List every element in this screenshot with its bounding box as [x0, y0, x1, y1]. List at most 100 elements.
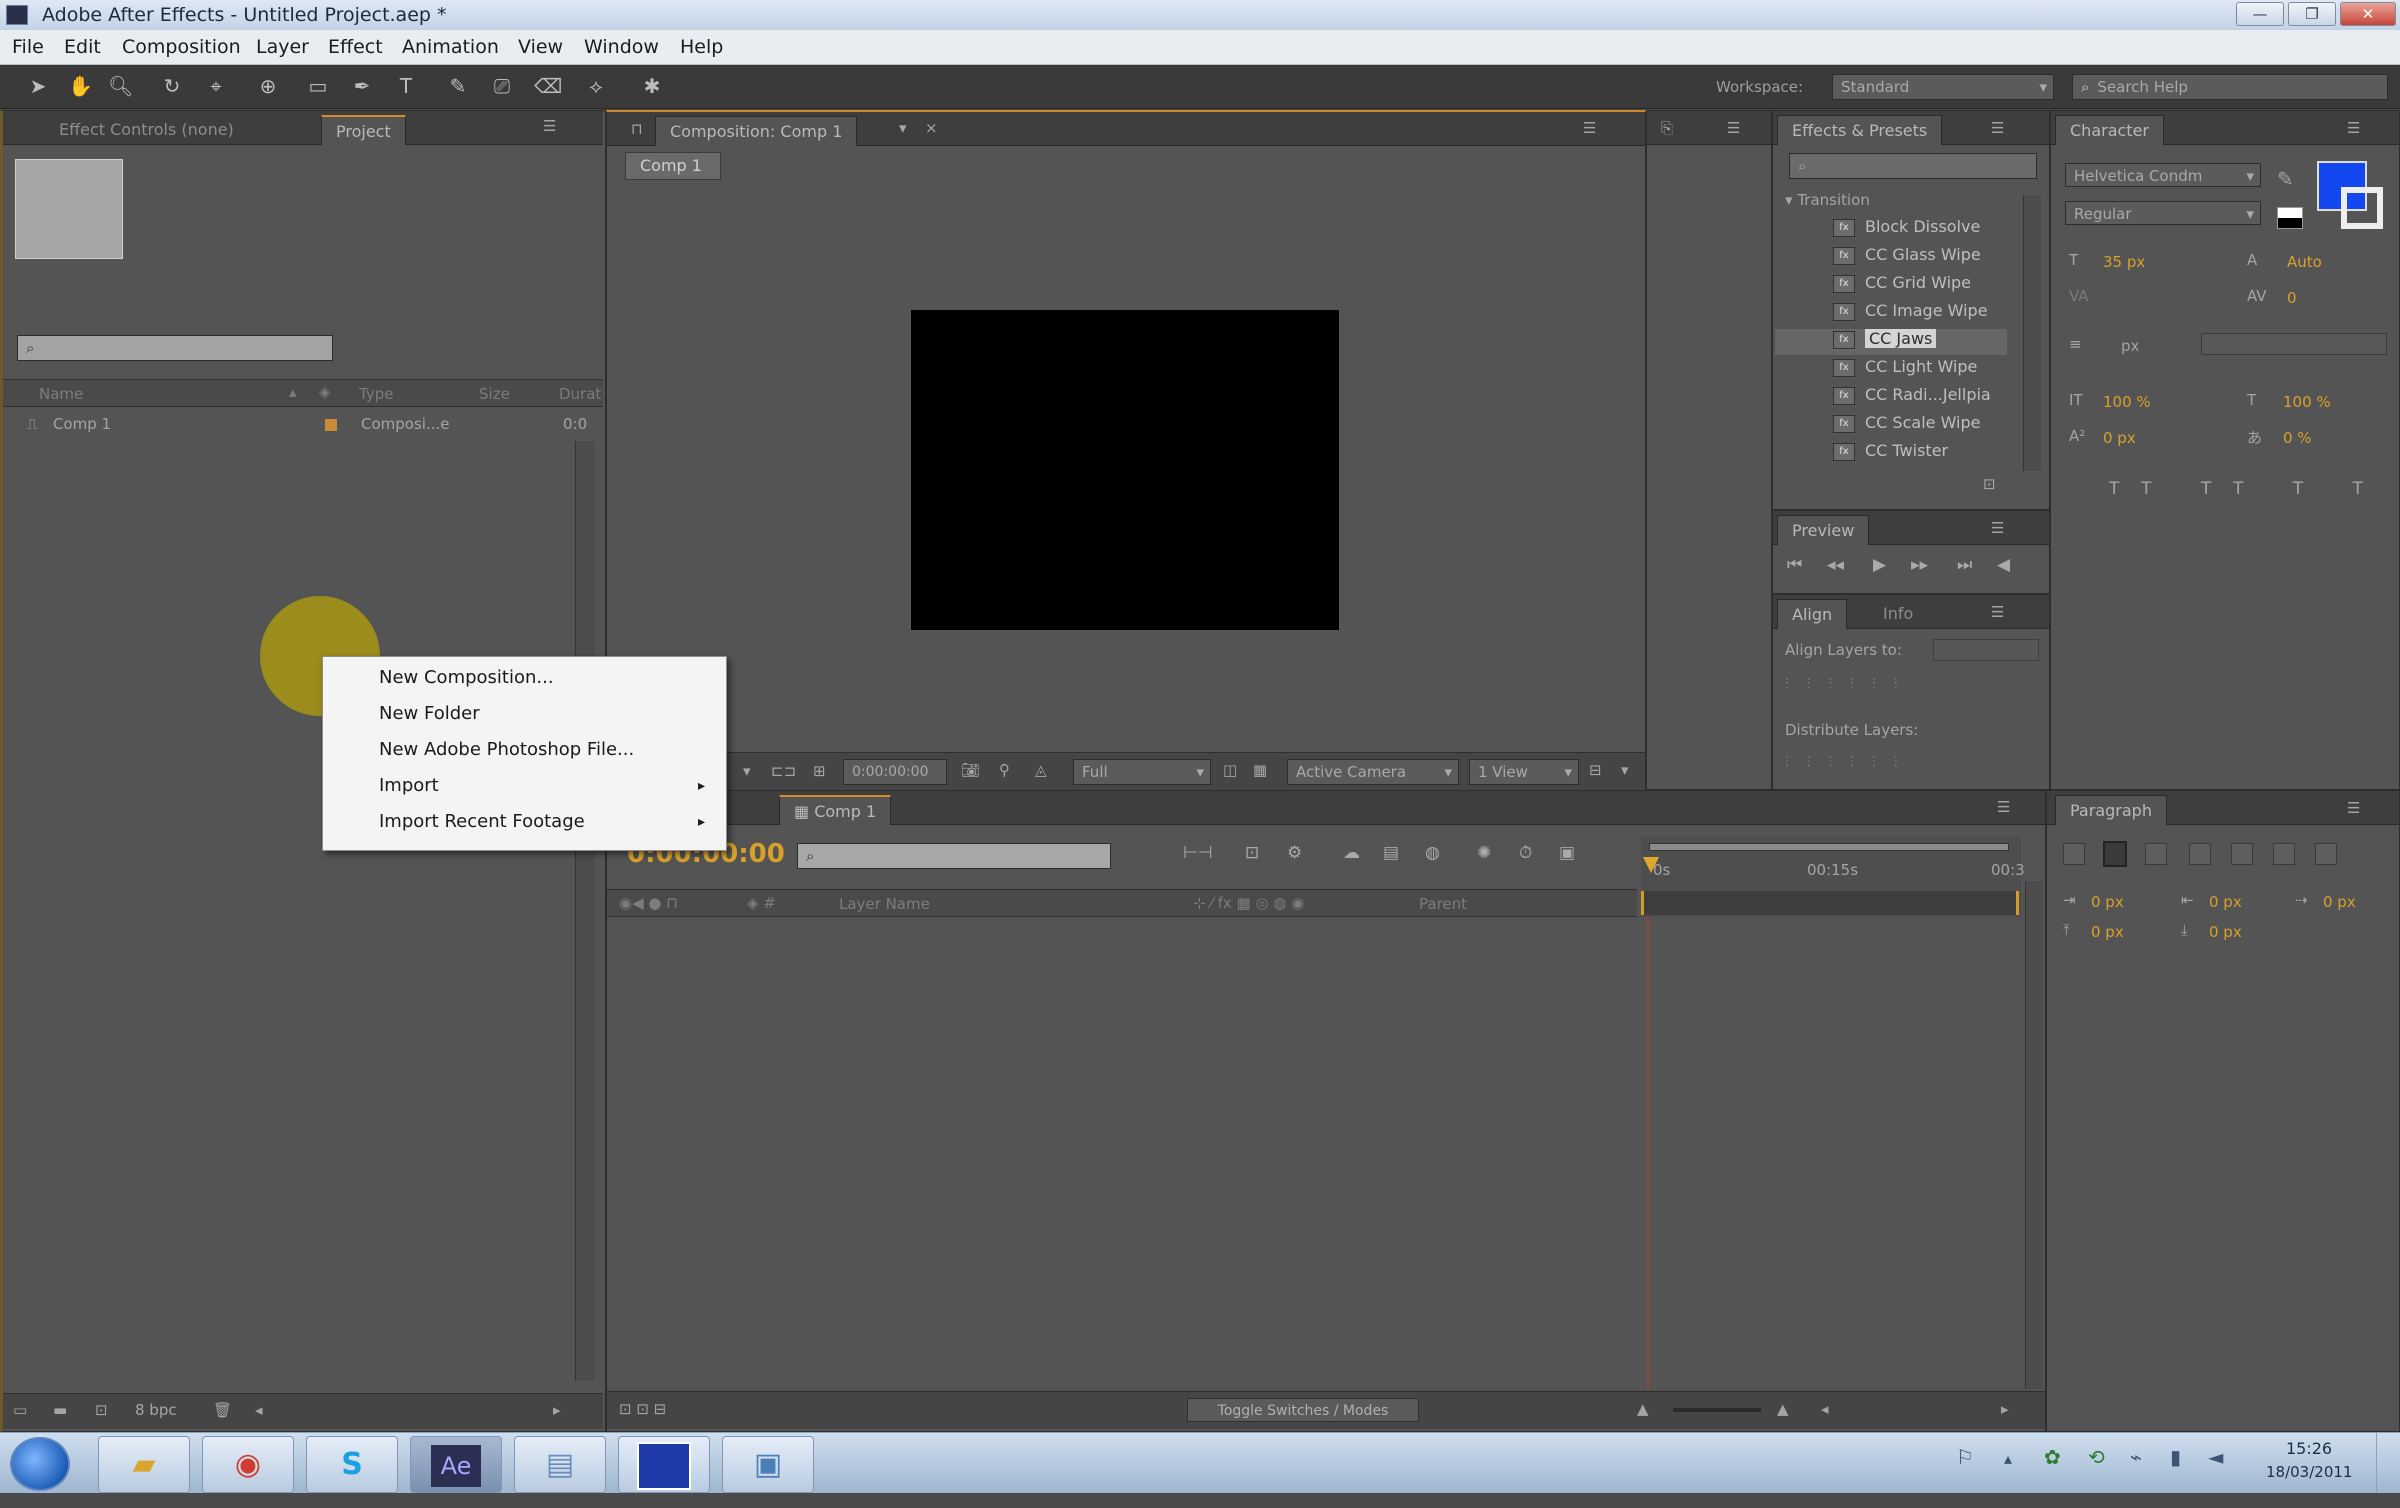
minimize-button[interactable]: —	[2236, 2, 2284, 26]
category-transition[interactable]: ▾ Transition	[1785, 191, 1870, 209]
graph-editor-icon[interactable]: ▣	[1559, 843, 1575, 863]
brush-tool-icon[interactable]: ✎	[446, 74, 470, 98]
show-snapshot-icon[interactable]: ⚲	[999, 761, 1010, 779]
baseline-shift-value[interactable]: 0 px	[2103, 429, 2136, 447]
next-frame-icon[interactable]: ▸▸	[1911, 555, 1928, 575]
work-area-range[interactable]	[1641, 891, 2019, 915]
toggle-switches-modes-button[interactable]: Toggle Switches / Modes	[1187, 1398, 1419, 1422]
stroke-width-value[interactable]: px	[2121, 337, 2139, 355]
lock-icon[interactable]: ⊓	[631, 120, 643, 138]
panel-menu-icon[interactable]: ☰	[1991, 519, 2004, 537]
play-icon[interactable]: ▶	[1873, 555, 1886, 575]
draft-3d-icon[interactable]: ⚙	[1287, 843, 1302, 863]
composition-canvas[interactable]	[911, 310, 1339, 630]
space-after-value[interactable]: 0 px	[2209, 923, 2242, 941]
col-layer-name[interactable]: Layer Name	[839, 895, 930, 913]
tracking-value[interactable]: 0	[2287, 289, 2297, 307]
effect-item-selected[interactable]: fx CC Jaws	[1775, 329, 2007, 355]
menu-window[interactable]: Window	[584, 36, 659, 58]
effect-item[interactable]: fx CC Glass Wipe	[1833, 245, 1981, 271]
layer-icon[interactable]: ⎘	[1661, 119, 1673, 137]
menu-composition[interactable]: Composition	[122, 36, 241, 58]
col-duration[interactable]: Durat	[559, 385, 601, 403]
time-ruler-area[interactable]: 0s 00:15s 00:3	[1641, 837, 2025, 917]
brainstorm-icon[interactable]: ✺	[1477, 843, 1491, 863]
align-to-dropdown[interactable]	[1933, 639, 2039, 661]
new-folder-icon[interactable]: ▬	[53, 1401, 67, 1419]
black-white-swatch[interactable]	[2277, 207, 2303, 229]
tab-effect-controls[interactable]: Effect Controls (none)	[45, 115, 248, 145]
zoom-slider[interactable]	[1673, 1408, 1761, 1412]
col-size[interactable]: Size	[479, 385, 510, 403]
panel-menu-icon[interactable]: ☰	[1991, 119, 2004, 137]
panel-menu-icon[interactable]: ☰	[2347, 799, 2360, 817]
align-center-button[interactable]	[2103, 841, 2127, 867]
scroll-right-icon[interactable]: ▸	[2001, 1400, 2009, 1418]
new-preset-icon[interactable]: ⊡	[1983, 475, 1996, 493]
first-frame-icon[interactable]: ⏮	[1787, 555, 1802, 575]
menu-item-import-recent-footage[interactable]: Import Recent Footage ▸	[379, 805, 719, 839]
align-buttons-row[interactable]: ⫶⫶⫶⫶⫶⫶	[1785, 675, 1916, 693]
justify-right-button[interactable]	[2273, 843, 2295, 865]
tray-sync-icon[interactable]: ⟲	[2088, 1445, 2105, 1469]
tray-arrow-icon[interactable]: ▴	[2004, 1449, 2012, 1468]
bpc-label[interactable]: 8 bpc	[135, 1401, 177, 1419]
hand-tool-icon[interactable]: ✋	[68, 74, 93, 98]
leading-value[interactable]: Auto	[2287, 253, 2322, 271]
show-hidden-icons[interactable]: ⚐	[1956, 1445, 1974, 1469]
align-left-button[interactable]	[2063, 843, 2085, 865]
show-desktop-button[interactable]	[2376, 1433, 2398, 1493]
audio-icon[interactable]: ◀	[1997, 555, 2010, 575]
project-item-row[interactable]: ⎍ Comp 1 Composi...e 0:0	[3, 411, 587, 439]
tab-project[interactable]: Project	[321, 115, 406, 145]
new-composition-icon[interactable]: ⊡	[95, 1401, 108, 1419]
network-icon[interactable]: ⌁	[2130, 1445, 2142, 1469]
toggle-pixel-aspect-icon[interactable]: ⊟	[1589, 761, 1602, 779]
snapshot-camera-icon[interactable]: 📷︎	[961, 761, 980, 779]
image-app-taskbar-button[interactable]: ▣	[722, 1436, 814, 1493]
explorer-taskbar-button[interactable]: ▰	[98, 1436, 190, 1493]
font-style-dropdown[interactable]: Regular ▾	[2065, 201, 2261, 225]
text-style-buttons[interactable]: TT TT T T	[2109, 479, 2385, 499]
tab-timeline-comp[interactable]: ▦ Comp 1	[779, 795, 892, 825]
battery-icon[interactable]: ▮	[2170, 1445, 2181, 1469]
hide-shy-layers-icon[interactable]: ☁	[1343, 843, 1360, 863]
effect-item[interactable]: fx CC Grid Wipe	[1833, 273, 1971, 299]
resolution-dropdown[interactable]: Full ▾	[1073, 759, 1211, 785]
selection-tool-icon[interactable]: ➤	[26, 74, 50, 98]
tab-info[interactable]: Info	[1869, 599, 1927, 629]
zoom-out-icon[interactable]: ▲	[1637, 1400, 1649, 1418]
panel-menu-icon[interactable]: ☰	[1727, 119, 1740, 137]
effect-item[interactable]: fx CC Image Wipe	[1833, 301, 1988, 327]
panel-menu-icon[interactable]: ☰	[1991, 603, 2004, 621]
shell-taskbar-button[interactable]: ▤	[514, 1436, 606, 1493]
tab-character[interactable]: Character	[2055, 115, 2164, 145]
menu-edit[interactable]: Edit	[64, 36, 101, 58]
close-tab-icon[interactable]: ×	[925, 119, 938, 137]
zoom-in-icon[interactable]: ▲	[1777, 1400, 1789, 1418]
menu-item-new-photoshop-file[interactable]: New Adobe Photoshop File...	[379, 733, 719, 767]
project-scrollbar[interactable]	[575, 441, 595, 1381]
distribute-buttons-row[interactable]: ⫶⫶⫶⫶⫶⫶	[1785, 753, 1916, 771]
rectangle-tool-icon[interactable]: ▭	[306, 74, 330, 98]
scroll-left-icon[interactable]: ◂	[1821, 1400, 1829, 1418]
motion-blur-icon[interactable]: ◍	[1425, 843, 1440, 863]
panel-menu-icon[interactable]: ☰	[543, 117, 556, 135]
menu-effect[interactable]: Effect	[328, 36, 383, 58]
channel-icon[interactable]: ◬	[1035, 761, 1047, 779]
type-tool-icon[interactable]: T	[394, 74, 418, 98]
effect-item[interactable]: fx CC Radi...Jellpia	[1833, 385, 1991, 411]
clock-time[interactable]: 15:26	[2286, 1439, 2332, 1458]
previous-frame-icon[interactable]: ◂◂	[1827, 555, 1844, 575]
menu-layer[interactable]: Layer	[256, 36, 309, 58]
skype-taskbar-button[interactable]: S	[306, 1436, 398, 1493]
tab-align[interactable]: Align	[1777, 599, 1848, 629]
col-type[interactable]: Type	[359, 385, 393, 403]
indent-first-value[interactable]: 0 px	[2323, 893, 2356, 911]
menu-item-new-composition[interactable]: New Composition...	[379, 661, 719, 695]
chevron-down-icon[interactable]: ▾	[743, 762, 751, 780]
layer-switches-toggle-icon[interactable]: ⊡ ⊡ ⊟	[619, 1400, 666, 1418]
stroke-color-swatch[interactable]	[2341, 187, 2383, 229]
comp-mini-flowchart-icon[interactable]: ⊢⊣	[1183, 843, 1213, 863]
tsume-value[interactable]: 0 %	[2283, 429, 2312, 447]
